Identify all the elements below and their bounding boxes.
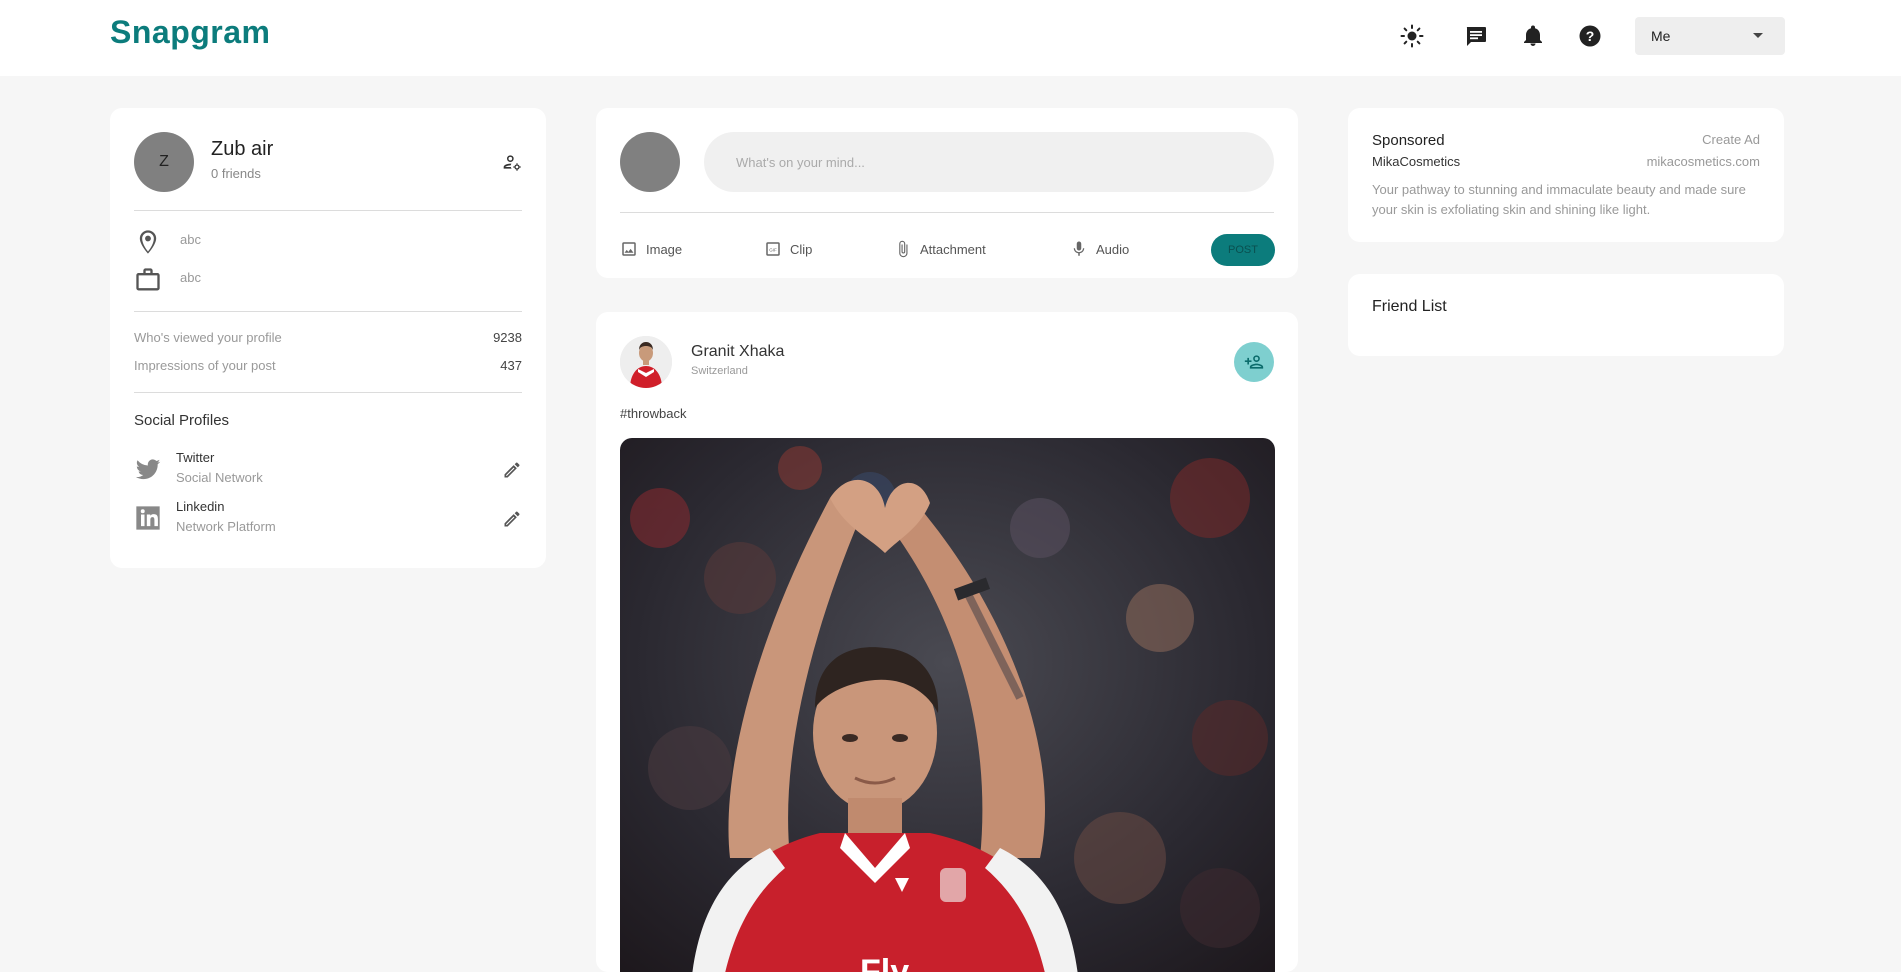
- linkedin-sub: Network Platform: [176, 519, 276, 534]
- post-author-location: Switzerland: [691, 365, 748, 377]
- sponsored-card: Sponsored Create Ad MikaCosmetics mikaco…: [1348, 108, 1784, 242]
- svg-text:GIF: GIF: [769, 247, 777, 252]
- audio-label: Audio: [1096, 241, 1130, 257]
- avatar: [620, 132, 680, 192]
- social-profiles-title: Social Profiles: [134, 412, 230, 429]
- chevron-down-icon: [1753, 33, 1763, 38]
- friend-list-title: Friend List: [1372, 298, 1447, 315]
- profile-divider: [134, 210, 522, 211]
- gif-icon: GIF: [766, 242, 780, 256]
- sponsor-brand: MikaCosmetics: [1372, 154, 1461, 169]
- image-icon: [622, 242, 636, 256]
- add-friend-button[interactable]: [1234, 342, 1274, 382]
- linkedin-name: Linkedin: [176, 499, 225, 514]
- friends-count: 0 friends: [211, 166, 261, 181]
- stat-label-impressions: Impressions of your post: [134, 358, 276, 373]
- sponsor-url-link[interactable]: mikacosmetics.com: [1647, 154, 1760, 169]
- help-icon[interactable]: ?: [1576, 22, 1604, 50]
- light-mode-icon[interactable]: [1398, 22, 1426, 50]
- occupation-text: abc: [180, 270, 201, 285]
- friend-list-card: Friend List: [1348, 274, 1784, 356]
- audio-button[interactable]: Audio: [1070, 238, 1129, 260]
- svg-text:Fly: Fly: [860, 953, 909, 972]
- create-ad-link[interactable]: Create Ad: [1702, 132, 1760, 147]
- notification-icon[interactable]: [1519, 22, 1547, 50]
- composer-divider: [620, 212, 1274, 213]
- sponsor-description: Your pathway to stunning and immaculate …: [1372, 182, 1746, 217]
- stat-value-impressions: 437: [500, 358, 522, 373]
- profile-card: Z Zub air 0 friends abc abc Who's viewed…: [110, 108, 546, 568]
- brand-logo[interactable]: Snapgram: [110, 14, 270, 51]
- manage-accounts-icon[interactable]: [502, 152, 522, 172]
- work-icon: [134, 266, 162, 294]
- profile-name[interactable]: Zub air: [211, 138, 273, 161]
- stat-value-profile-views: 9238: [493, 330, 522, 345]
- stat-label-profile-views: Who's viewed your profile: [134, 330, 282, 345]
- message-icon[interactable]: [1462, 22, 1490, 50]
- attachment-label: Attachment: [920, 241, 986, 257]
- sponsored-title: Sponsored: [1372, 132, 1445, 149]
- top-navbar: Snapgram ? Me: [0, 0, 1901, 76]
- twitter-sub: Social Network: [176, 470, 263, 485]
- post-author-name[interactable]: Granit Xhaka: [691, 343, 784, 361]
- avatar[interactable]: Z: [134, 132, 194, 192]
- svg-text:?: ?: [1586, 28, 1595, 44]
- location-icon: [134, 228, 162, 256]
- user-menu-select[interactable]: Me: [1635, 17, 1785, 55]
- image-label: Image: [646, 241, 683, 257]
- user-menu-label: Me: [1651, 28, 1671, 44]
- attachment-icon: [899, 240, 908, 258]
- author-avatar[interactable]: [620, 336, 672, 388]
- image-button[interactable]: Image: [620, 238, 682, 260]
- post-caption: #throwback: [620, 406, 687, 421]
- microphone-icon: [1073, 241, 1085, 256]
- linkedin-icon: [134, 504, 162, 532]
- post-image[interactable]: Fly: [620, 438, 1275, 972]
- info-divider: [134, 311, 522, 312]
- attachment-button[interactable]: Attachment: [894, 238, 986, 260]
- location-text: abc: [180, 232, 201, 247]
- twitter-name: Twitter: [176, 450, 215, 465]
- clip-button[interactable]: GIF Clip: [764, 238, 812, 260]
- clip-label: Clip: [790, 241, 813, 257]
- post-button[interactable]: POST: [1211, 234, 1275, 266]
- twitter-icon: [134, 455, 162, 483]
- post-input[interactable]: [704, 132, 1274, 192]
- edit-twitter-icon[interactable]: [502, 460, 522, 480]
- post-composer: Image GIF Clip Attachment Audio POST: [596, 108, 1298, 278]
- feed-post: Granit Xhaka Switzerland #throwback Fly: [596, 312, 1298, 972]
- person-add-icon: [1244, 355, 1264, 369]
- edit-linkedin-icon[interactable]: [502, 509, 522, 529]
- stats-divider: [134, 392, 522, 393]
